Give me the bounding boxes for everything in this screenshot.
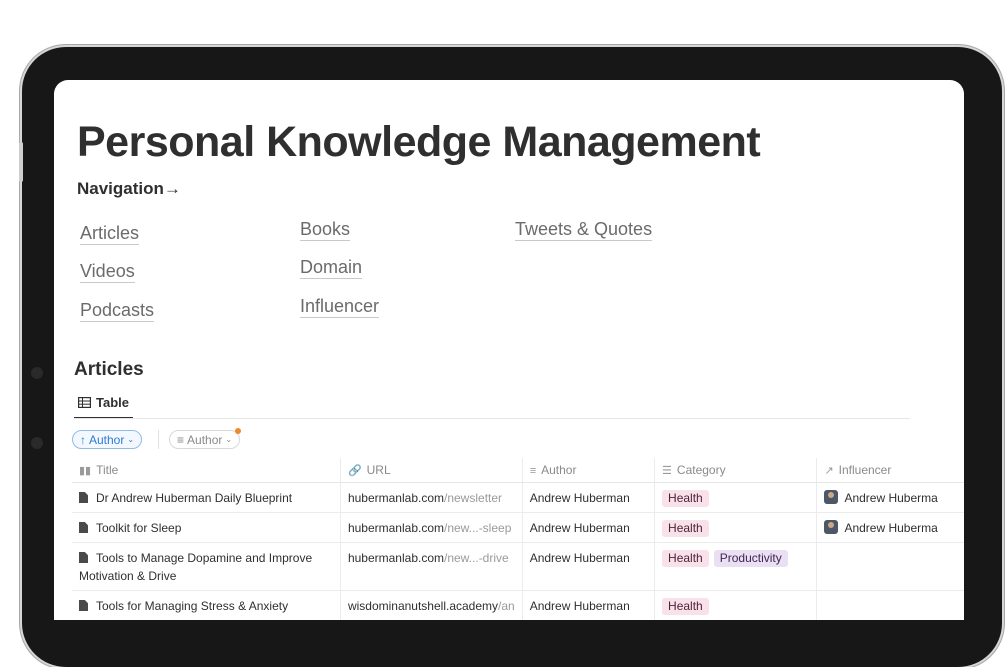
avatar bbox=[824, 520, 839, 534]
text-lines-icon: ≡ bbox=[529, 465, 537, 477]
sort-chip[interactable]: ↑ Author ⌄ bbox=[72, 430, 143, 449]
table-header-row: ▮▮ Title 🔗 URL ≡ Author ☰ Category ↗ Influenc… bbox=[72, 458, 964, 483]
page-icon bbox=[79, 552, 88, 563]
column-header-url[interactable]: 🔗 URL bbox=[339, 458, 523, 483]
column-header-title[interactable]: ▮▮ Title bbox=[72, 458, 341, 483]
articles-table: ▮▮ Title 🔗 URL ≡ Author ☰ Category ↗ Influenc… bbox=[72, 458, 964, 620]
cell-influencer[interactable] bbox=[816, 542, 964, 591]
table-row[interactable]: Toolkit for Sleep hubermanlab.com/new...… bbox=[72, 512, 964, 543]
device-side-button bbox=[19, 142, 23, 182]
tag-health: Health bbox=[662, 550, 709, 567]
cell-author[interactable]: Andrew Huberman bbox=[521, 482, 655, 513]
column-header-category[interactable]: ☰ Category bbox=[654, 458, 817, 483]
chevron-down-icon: ⌄ bbox=[127, 435, 135, 444]
nav-link-podcasts[interactable]: Podcasts bbox=[80, 299, 155, 322]
cell-author[interactable]: Andrew Huberman bbox=[521, 542, 655, 591]
cell-author[interactable]: Andrew Huberman bbox=[521, 512, 655, 543]
camera-dot bbox=[31, 437, 43, 449]
nav-link-articles[interactable]: Articles bbox=[80, 222, 140, 245]
sort-arrow-up-icon: ↑ bbox=[80, 432, 86, 447]
cell-influencer[interactable]: Andrew Huberma bbox=[816, 482, 964, 513]
camera-dot bbox=[31, 367, 43, 379]
table-row[interactable]: Tools to Manage Dopamine and Improve Mot… bbox=[72, 542, 964, 591]
table-icon bbox=[78, 397, 91, 408]
notion-page: Personal Knowledge Management Navigation… bbox=[54, 80, 964, 620]
cell-author[interactable]: Andrew Huberman bbox=[521, 590, 655, 620]
cell-title[interactable]: Tools for Managing Stress & Anxiety bbox=[72, 590, 341, 620]
nav-link-domain[interactable]: Domain bbox=[300, 256, 363, 279]
list-icon: ☰ bbox=[662, 465, 672, 477]
table-row[interactable]: Dr Andrew Huberman Daily Blueprint huber… bbox=[72, 482, 964, 513]
filter-lines-icon: ≡ bbox=[177, 432, 185, 447]
nav-link-influencer[interactable]: Influencer bbox=[300, 295, 380, 318]
filter-active-dot bbox=[235, 428, 242, 434]
cell-url[interactable]: hubermanlab.com/newsletter bbox=[339, 482, 523, 513]
tag-health: Health bbox=[662, 490, 709, 507]
avatar bbox=[824, 490, 839, 504]
filter-chip[interactable]: ≡ Author ⌄ bbox=[169, 428, 242, 449]
cell-url[interactable]: wisdominanutshell.academy/an bbox=[339, 590, 523, 620]
articles-heading: Articles bbox=[74, 359, 144, 380]
cell-url[interactable]: hubermanlab.com/new...-drive bbox=[339, 542, 523, 591]
cell-title[interactable]: Tools to Manage Dopamine and Improve Mot… bbox=[72, 542, 341, 591]
filter-chip-label: Author bbox=[187, 432, 223, 447]
cell-title[interactable]: Toolkit for Sleep bbox=[72, 512, 341, 543]
sort-chip-label: Author bbox=[89, 432, 125, 447]
chevron-down-icon: ⌄ bbox=[225, 435, 233, 444]
tab-table-label: Table bbox=[96, 395, 129, 410]
page-icon bbox=[79, 492, 88, 503]
nav-link-videos[interactable]: Videos bbox=[80, 260, 135, 283]
nav-link-tweets-quotes[interactable]: Tweets & Quotes bbox=[515, 218, 653, 241]
cell-category[interactable]: Health Productivity bbox=[654, 542, 817, 591]
cell-category[interactable]: Health bbox=[654, 512, 817, 543]
column-header-author[interactable]: ≡ Author bbox=[521, 458, 655, 483]
page-icon bbox=[79, 522, 88, 533]
cell-influencer[interactable] bbox=[816, 590, 964, 620]
navigation-heading: Navigation→ bbox=[77, 179, 181, 198]
tag-productivity: Productivity bbox=[713, 550, 788, 567]
chip-divider bbox=[158, 430, 159, 449]
column-header-influencer[interactable]: ↗ Influencer bbox=[816, 458, 964, 483]
relation-arrow-icon: ↗ bbox=[824, 465, 834, 477]
title-icon: ▮▮ bbox=[79, 465, 92, 477]
cell-influencer[interactable]: Andrew Huberma bbox=[816, 512, 964, 543]
cell-category[interactable]: Health bbox=[654, 590, 817, 620]
cell-url[interactable]: hubermanlab.com/new...-sleep bbox=[339, 512, 523, 543]
tab-table-view[interactable]: Table bbox=[74, 395, 133, 419]
tag-health: Health bbox=[662, 520, 709, 537]
table-row[interactable]: Tools for Managing Stress & Anxiety wisd… bbox=[72, 590, 964, 620]
cell-title[interactable]: Dr Andrew Huberman Daily Blueprint bbox=[72, 482, 341, 513]
page-icon bbox=[79, 600, 88, 611]
tab-divider bbox=[74, 418, 910, 419]
page-title: Personal Knowledge Management bbox=[77, 118, 761, 166]
cell-category[interactable]: Health bbox=[654, 482, 817, 513]
link-icon: 🔗 bbox=[347, 465, 362, 477]
nav-link-books[interactable]: Books bbox=[300, 218, 351, 241]
